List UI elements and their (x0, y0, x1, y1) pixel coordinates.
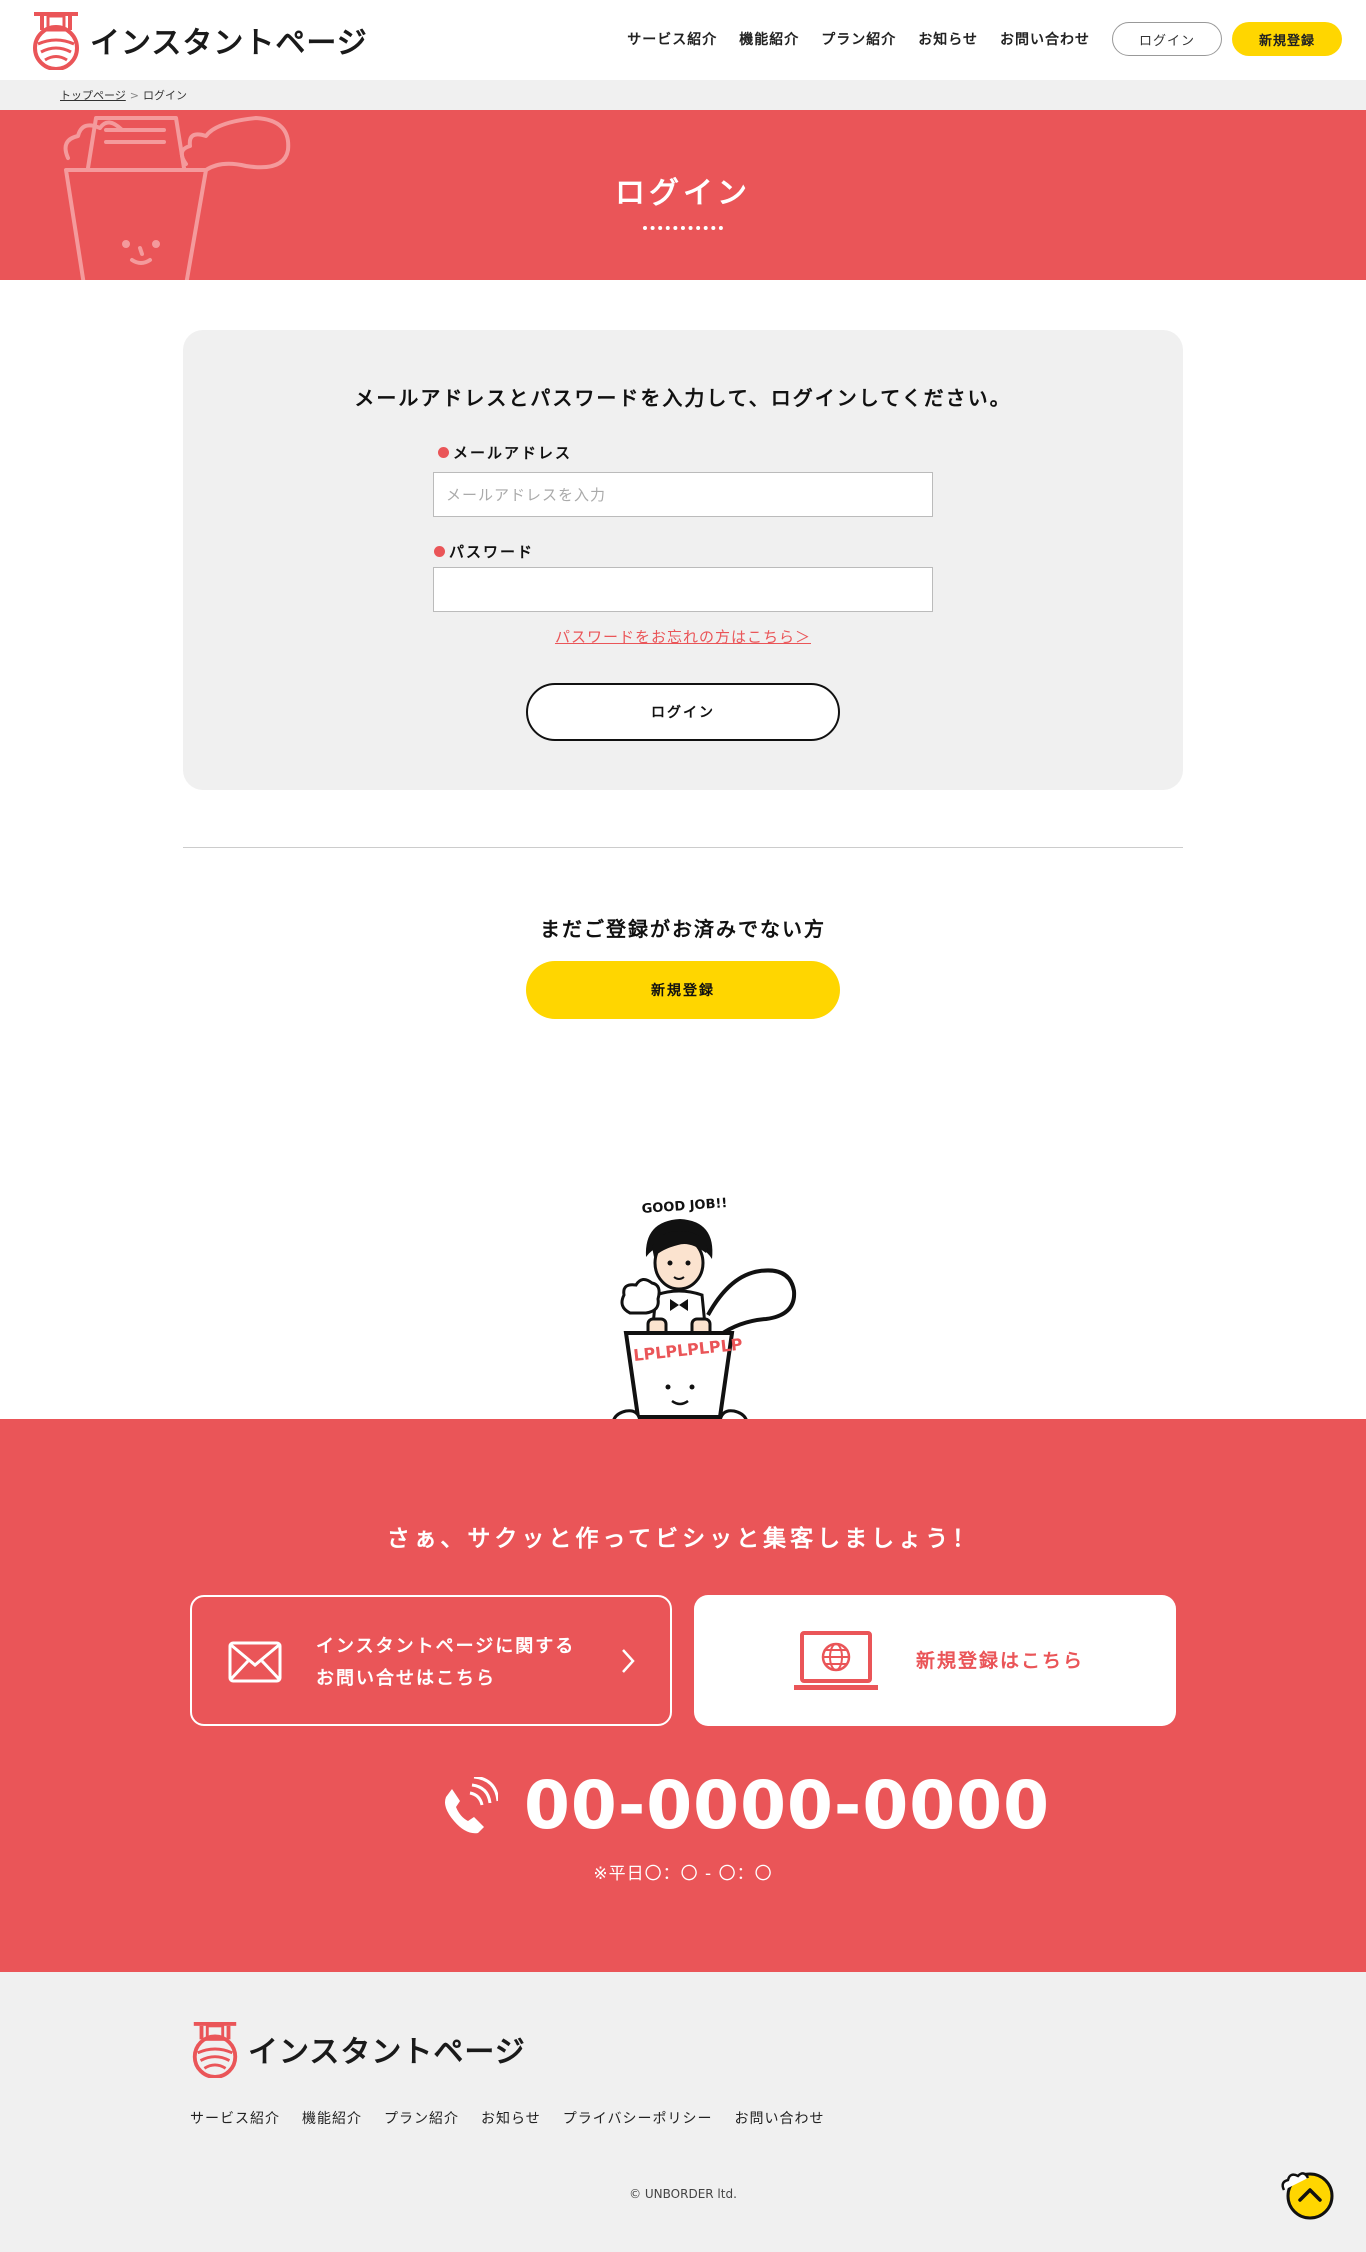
laptop-globe-icon (794, 1631, 878, 1690)
footer-nav-plans[interactable]: プラン紹介 (384, 2108, 459, 2128)
not-registered-heading: まだご登録がお済みでない方 (540, 917, 826, 941)
required-dot-icon (434, 546, 445, 557)
site-logo[interactable]: インスタントページ (28, 10, 368, 70)
phone-number[interactable]: 00-0000-0000 (524, 1767, 1050, 1844)
footer-nav: サービス紹介 機能紹介 プラン紹介 お知らせ プライバシーポリシー お問い合わせ (190, 2108, 846, 2128)
footer-logo-text: インスタントページ (248, 2035, 526, 2070)
email-field[interactable] (433, 472, 933, 517)
site-footer: インスタントページ サービス紹介 機能紹介 プラン紹介 お知らせ プライバシーポ… (0, 1972, 1366, 2252)
header-register-button[interactable]: 新規登録 (1232, 22, 1342, 56)
page-title: ログイン (615, 176, 751, 211)
chevron-right-icon (622, 1649, 635, 1673)
footer-nav-privacy[interactable]: プライバシーポリシー (563, 2108, 713, 2128)
password-label-text: パスワード (449, 543, 535, 561)
contact-card-line1: インスタントページに関する (316, 1636, 576, 1657)
page-top-icon[interactable] (1280, 2168, 1336, 2220)
copyright: © UNBORDER ltd. (629, 2187, 737, 2201)
password-label: パスワード (434, 541, 534, 562)
forgot-password-link[interactable]: パスワードをお忘れの方はこちら＞ (183, 626, 1183, 647)
nav-item-plans[interactable]: プラン紹介 (821, 29, 896, 49)
logo-cup-icon (33, 12, 79, 70)
header-login-button[interactable]: ログイン (1112, 22, 1222, 56)
footer-nav-news[interactable]: お知らせ (481, 2108, 541, 2128)
email-label: メールアドレス (438, 442, 572, 463)
title-underline-dots (643, 226, 723, 230)
breadcrumb-current: ログイン (143, 89, 187, 102)
global-nav: サービス紹介 機能紹介 プラン紹介 お知らせ お問い合わせ ログイン 新規登録 (627, 22, 1342, 56)
logo-text: インスタントページ (90, 26, 368, 61)
register-card-text: 新規登録はこちら (916, 1650, 1085, 1672)
password-field[interactable] (433, 567, 933, 612)
phone-hours: ※平日〇：〇 - 〇：〇 (593, 1864, 773, 1884)
email-label-text: メールアドレス (453, 444, 573, 462)
mail-icon (228, 1641, 282, 1683)
breadcrumb-home-link[interactable]: トップページ (60, 87, 126, 103)
phone-icon (445, 1777, 498, 1834)
logo-cup-icon (192, 2022, 238, 2078)
section-divider (183, 847, 1183, 848)
cta-heading: さぁ、サクッと作ってビシッと集客しましょう！ (386, 1526, 980, 1552)
login-button[interactable]: ログイン (526, 683, 840, 741)
nav-item-features[interactable]: 機能紹介 (739, 29, 799, 49)
contact-card-button[interactable]: インスタントページに関する お問い合せはこちら (190, 1595, 672, 1726)
footer-nav-features[interactable]: 機能紹介 (302, 2108, 362, 2128)
required-dot-icon (438, 447, 449, 458)
footer-nav-contact[interactable]: お問い合わせ (734, 2108, 824, 2128)
register-card-button[interactable]: 新規登録はこちら (694, 1595, 1176, 1726)
page-hero: ログイン (0, 110, 1366, 280)
breadcrumb: トップページ > ログイン (0, 80, 1366, 110)
nav-item-news[interactable]: お知らせ (918, 29, 978, 49)
mascot-character-icon: GOOD JOB!! LPLPLPLPLP (611, 1196, 797, 1437)
cta-section: さぁ、サクッと作ってビシッと集客しましょう！ インスタントページに関する お問い… (0, 1419, 1366, 1972)
contact-card-text: インスタントページに関する お問い合せはこちら (316, 1631, 575, 1695)
speech-text: GOOD JOB!! (641, 1196, 728, 1217)
contact-card-line2: お問い合せはこちら (316, 1668, 496, 1689)
login-instruction: メールアドレスとパスワードを入力して、ログインしてください。 (354, 386, 1012, 410)
site-header: インスタントページ サービス紹介 機能紹介 プラン紹介 お知らせ お問い合わせ … (0, 0, 1366, 80)
register-button[interactable]: 新規登録 (526, 961, 840, 1019)
nav-item-service[interactable]: サービス紹介 (627, 29, 717, 49)
breadcrumb-separator: > (129, 88, 139, 102)
login-form-panel: メールアドレスとパスワードを入力して、ログインしてください。 メールアドレス パ… (183, 330, 1183, 790)
nav-item-contact[interactable]: お問い合わせ (1000, 29, 1090, 49)
footer-nav-service[interactable]: サービス紹介 (190, 2108, 280, 2128)
footer-logo[interactable]: インスタントページ (188, 2020, 526, 2078)
